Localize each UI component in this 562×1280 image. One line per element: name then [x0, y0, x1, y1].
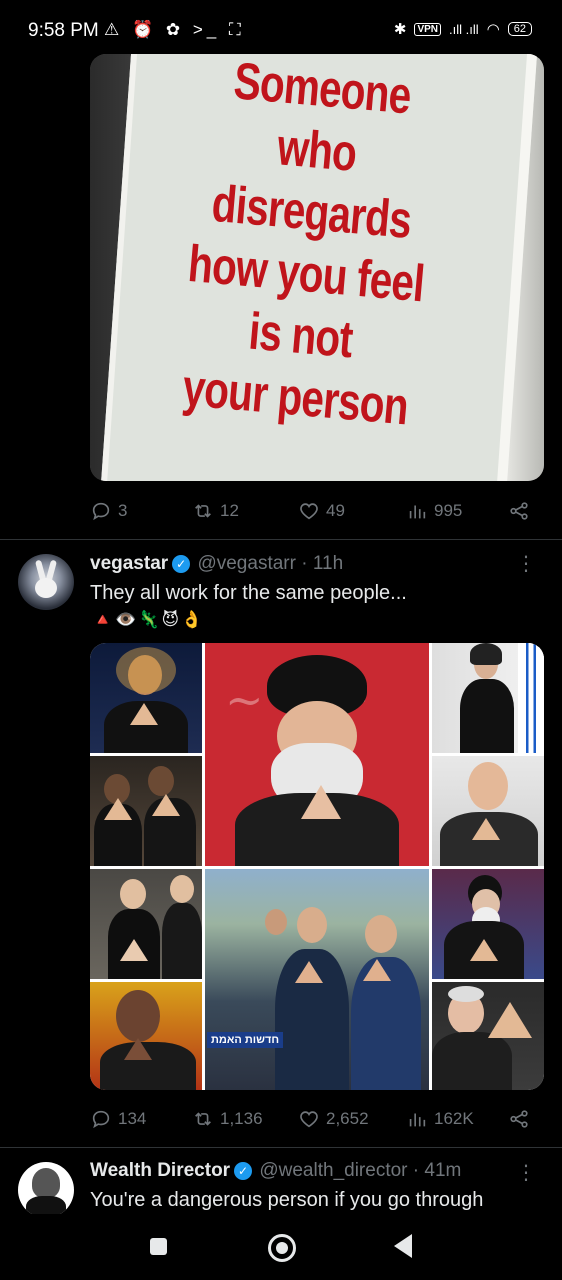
verified-badge-icon: ✓ — [234, 1162, 253, 1180]
tweet-image-sign[interactable]: Someone who disregards how you feel is n… — [90, 54, 544, 481]
reply-icon — [92, 1110, 110, 1129]
repost-button[interactable]: 1,136 — [192, 1108, 298, 1130]
tweet2-header: vegastar ✓ @vegastarr · 11h — [90, 553, 344, 574]
tweet3-header: Wealth Director ✓ @wealth_director · 41m — [90, 1160, 462, 1181]
bluetooth-icon: ✱ — [393, 21, 407, 38]
collage-photo: ~ ∽ ~ — [205, 643, 429, 866]
author-handle[interactable]: @vegastarr — [197, 553, 296, 574]
collage-photo — [90, 756, 202, 866]
more-options-icon[interactable]: ⋮ — [516, 551, 536, 576]
collage-photo: חדשות האמת — [205, 869, 429, 1090]
views-button[interactable]: 162K — [406, 1108, 508, 1130]
divider — [0, 1147, 562, 1148]
like-button[interactable]: 2,652 — [298, 1108, 406, 1130]
status-bar: 9:58 PM ⚠ ⏰ ✿ >_ ⛶ ✱ VPN .ıll .ıll ◠ 62 — [0, 0, 562, 54]
divider — [0, 539, 562, 540]
views-icon — [409, 505, 426, 519]
views-button[interactable]: 995 — [406, 500, 508, 522]
author-name[interactable]: Wealth Director — [90, 1160, 230, 1181]
share-icon — [510, 502, 528, 520]
status-time: 9:58 PM — [28, 20, 99, 41]
heart-icon — [300, 1111, 318, 1128]
author-handle[interactable]: @wealth_director — [259, 1160, 407, 1181]
signal-icon: .ıll .ıll — [449, 21, 479, 37]
recents-button[interactable] — [150, 1238, 167, 1255]
collage-photo — [90, 643, 202, 753]
share-button[interactable] — [508, 1108, 530, 1130]
heart-icon — [300, 503, 318, 520]
collage-photo — [432, 756, 544, 866]
tweet1-actions: 3 12 49 995 — [90, 496, 530, 526]
battery-icon: 62 — [507, 22, 532, 36]
collage-photo — [432, 643, 544, 753]
repost-icon — [195, 1112, 211, 1126]
tweet2-emojis: 🔺👁️🦎😈👌 — [92, 610, 205, 629]
wifi-icon: ◠ — [486, 21, 500, 38]
share-icon — [510, 1110, 528, 1128]
back-button[interactable] — [394, 1234, 412, 1258]
collage-photo — [90, 869, 202, 979]
tweet-time: 11h — [312, 553, 344, 574]
collage-photo — [90, 982, 202, 1090]
verified-badge-icon: ✓ — [172, 555, 191, 573]
vpn-icon: VPN — [414, 22, 442, 36]
reply-button[interactable]: 134 — [90, 1108, 192, 1130]
collage-photo — [432, 869, 544, 979]
home-button[interactable] — [268, 1234, 296, 1262]
like-button[interactable]: 49 — [298, 500, 406, 522]
author-name[interactable]: vegastar — [90, 553, 168, 574]
avatar-wealth-director[interactable] — [18, 1162, 74, 1218]
tweet3-text: You're a dangerous person if you go thro… — [90, 1189, 484, 1211]
sign-text: Someone who disregards how you feel is n… — [180, 54, 427, 437]
tweet2-text: They all work for the same people... — [90, 582, 407, 604]
status-notification-icons: ⚠ ⏰ ✿ >_ ⛶ — [104, 20, 245, 39]
reply-button[interactable]: 3 — [90, 500, 192, 522]
repost-button[interactable]: 12 — [192, 500, 298, 522]
collage-photo — [432, 982, 544, 1090]
share-button[interactable] — [508, 500, 530, 522]
reply-icon — [92, 502, 110, 521]
system-nav-bar — [0, 1214, 562, 1280]
tweet-image-collage[interactable]: ~ ∽ ~ חדשות האמת — [90, 643, 544, 1090]
more-options-icon[interactable]: ⋮ — [516, 1160, 536, 1185]
views-icon — [409, 1113, 426, 1127]
tweet2-actions: 134 1,136 2,652 162K — [90, 1104, 530, 1134]
avatar-vegastar[interactable] — [18, 554, 74, 610]
repost-icon — [195, 504, 211, 518]
tweet-time: 41m — [424, 1160, 462, 1181]
news-caption: חדשות האמת — [207, 1032, 284, 1048]
